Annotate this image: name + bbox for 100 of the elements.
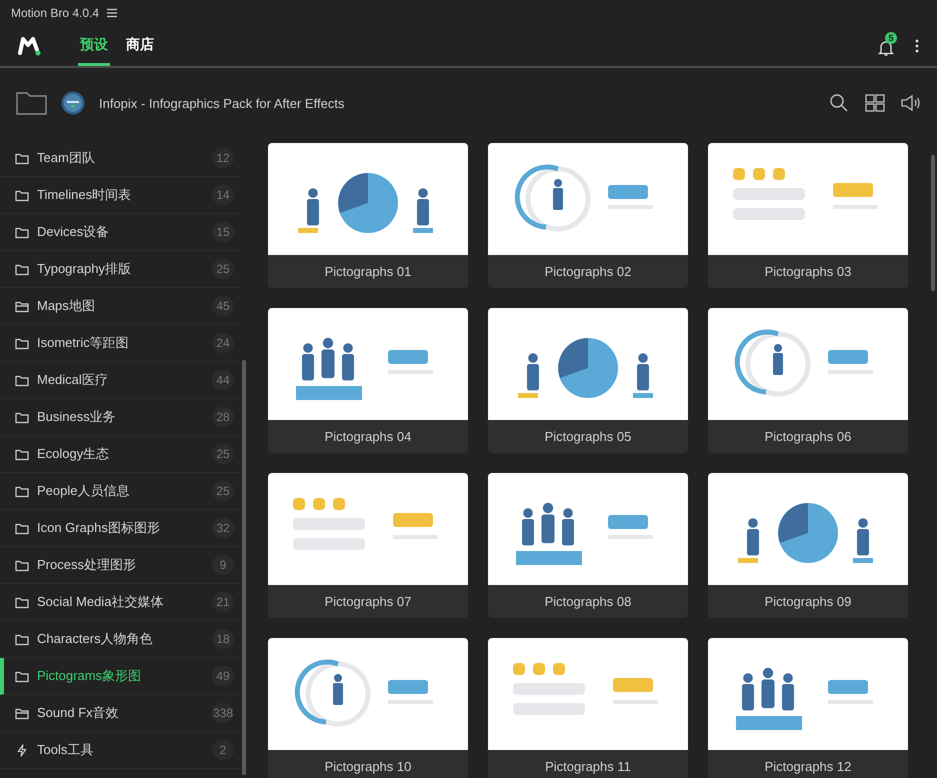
preset-title: Pictographs 11: [544, 758, 632, 776]
category-count: 32: [212, 518, 234, 538]
category-item[interactable]: Characters人物角色 18: [0, 621, 240, 658]
category-label: Maps地图: [37, 297, 96, 315]
scrollbar[interactable]: [242, 360, 246, 775]
category-count: 338: [212, 703, 234, 723]
speaker-icon[interactable]: [901, 93, 921, 113]
category-item[interactable]: Business业务 28: [0, 399, 240, 436]
preset-card[interactable]: Pictographs 04: [268, 308, 468, 453]
category-item[interactable]: Process处理图形 9: [0, 547, 240, 584]
preset-card[interactable]: Pictographs 03: [708, 143, 908, 288]
folder-icon: [15, 484, 29, 498]
category-count: 44: [212, 370, 234, 390]
tab[interactable]: 商店: [124, 26, 156, 66]
preset-card[interactable]: Pictographs 10: [268, 638, 468, 778]
category-item[interactable]: Isometric等距图 24: [0, 325, 240, 362]
category-label: Social Media社交媒体: [37, 593, 164, 611]
logo-icon: [18, 36, 42, 56]
category-item[interactable]: Sound Fx音效 338: [0, 695, 240, 732]
folder-icon: [15, 188, 29, 202]
folder-icon: [15, 374, 29, 386]
grid-view-icon[interactable]: [865, 93, 885, 113]
preset-card[interactable]: Pictographs 07: [268, 473, 468, 618]
category-item[interactable]: Maps地图 45: [0, 288, 240, 325]
preset-title: Pictographs 06: [764, 428, 852, 446]
folder-icon: [15, 558, 29, 572]
more-icon[interactable]: [915, 39, 919, 53]
preset-card[interactable]: Pictographs 09: [708, 473, 908, 618]
category-count: 21: [212, 592, 234, 612]
category-label: Team团队: [37, 149, 96, 167]
preset-title: Pictographs 01: [324, 263, 412, 281]
category-count: 25: [212, 444, 234, 464]
category-count: 49: [212, 666, 234, 686]
category-label: Medical医疗: [37, 371, 109, 389]
category-label: Devices设备: [37, 223, 110, 241]
category-count: 12: [212, 148, 234, 168]
category-item[interactable]: Timelines时间表 14: [0, 177, 240, 214]
category-label: Business业务: [37, 408, 117, 426]
pack-logo-icon: [61, 91, 85, 115]
category-count: 2: [212, 740, 234, 760]
bell-icon[interactable]: [877, 39, 895, 57]
category-count: 25: [212, 481, 234, 501]
category-label: Typography排版: [37, 260, 132, 278]
category-item[interactable]: Medical医疗 44: [0, 362, 240, 399]
folder-icon: [15, 262, 29, 276]
category-label: Process处理图形: [37, 556, 137, 574]
folder-icon: [15, 448, 29, 460]
category-item[interactable]: People人员信息 25: [0, 473, 240, 510]
menu-icon[interactable]: [107, 8, 118, 18]
preset-title: Pictographs 09: [764, 593, 852, 611]
category-count: 24: [212, 333, 234, 353]
category-item[interactable]: Team团队 12: [0, 140, 240, 177]
category-count: 28: [212, 407, 234, 427]
preset-title: Pictographs 08: [544, 593, 632, 611]
preset-title: Pictographs 05: [544, 428, 632, 446]
app-title: Motion Bro 4.0.4: [11, 6, 100, 20]
category-item[interactable]: Ecology生态 25: [0, 436, 240, 473]
category-count: 25: [212, 259, 234, 279]
folder-icon: [15, 410, 29, 424]
category-item[interactable]: Tools工具 2: [0, 732, 240, 769]
preset-title: Pictographs 12: [764, 758, 852, 776]
folder-icon: [15, 226, 29, 238]
folder-icon: [15, 522, 29, 534]
preset-card[interactable]: Pictographs 11: [488, 638, 688, 778]
category-label: Timelines时间表: [37, 186, 132, 204]
folder-icon: [15, 670, 29, 682]
category-item[interactable]: Social Media社交媒体 21: [0, 584, 240, 621]
category-item[interactable]: Typography排版 25: [0, 251, 240, 288]
folder-icon: [15, 152, 29, 164]
folder-icon: [15, 706, 29, 720]
category-label: Characters人物角色: [37, 630, 154, 648]
category-label: Isometric等距图: [37, 334, 130, 352]
category-label: Ecology生态: [37, 445, 110, 463]
lightning-icon: [15, 744, 29, 756]
preset-card[interactable]: Pictographs 01: [268, 143, 468, 288]
category-label: Tools工具: [37, 741, 94, 759]
category-count: 9: [212, 555, 234, 575]
notification-badge: 5: [885, 32, 897, 44]
folder-icon: [15, 300, 29, 312]
category-item[interactable]: Icon Graphs图标图形 32: [0, 510, 240, 547]
category-label: Sound Fx音效: [37, 704, 120, 722]
category-count: 14: [212, 185, 234, 205]
category-count: 45: [212, 296, 234, 316]
preset-title: Pictographs 04: [324, 428, 412, 446]
preset-card[interactable]: Pictographs 02: [488, 143, 688, 288]
folder-icon[interactable]: [16, 91, 47, 115]
folder-icon: [15, 336, 29, 350]
tab[interactable]: 预设: [78, 26, 110, 66]
scrollbar[interactable]: [931, 155, 935, 291]
pack-title: Infopix - Infographics Pack for After Effects: [99, 96, 344, 110]
preset-card[interactable]: Pictographs 05: [488, 308, 688, 453]
category-item[interactable]: Devices设备 15: [0, 214, 240, 251]
search-icon[interactable]: [829, 93, 849, 113]
category-label: Icon Graphs图标图形: [37, 519, 161, 537]
preset-title: Pictographs 03: [764, 263, 852, 281]
preset-card[interactable]: Pictographs 08: [488, 473, 688, 618]
preset-card[interactable]: Pictographs 12: [708, 638, 908, 778]
preset-title: Pictographs 10: [324, 758, 412, 776]
preset-card[interactable]: Pictographs 06: [708, 308, 908, 453]
category-count: 18: [212, 629, 234, 649]
